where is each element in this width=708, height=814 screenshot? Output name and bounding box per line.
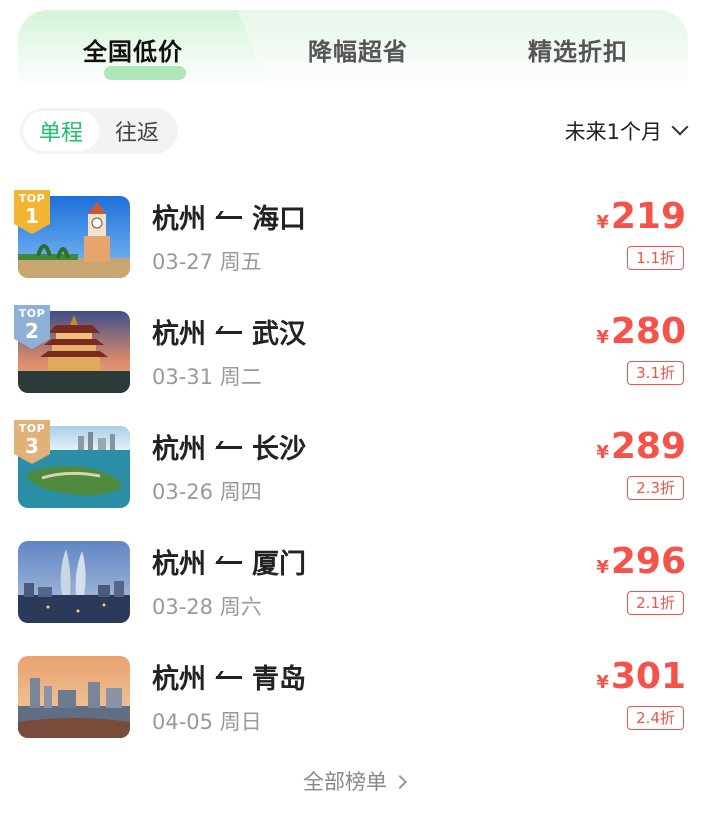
- tab-label: 降幅超省: [308, 37, 408, 66]
- one-way-arrow-icon: [216, 555, 242, 567]
- destination-city: 青岛: [252, 663, 306, 695]
- destination-city: 厦门: [252, 548, 306, 580]
- tab-biggest-drops[interactable]: 降幅超省: [248, 10, 468, 88]
- discount-tag: 3.1折: [627, 361, 684, 385]
- destination-city: 海口: [252, 203, 306, 235]
- rank-badge: TOP 3: [14, 420, 50, 464]
- origin-city: 杭州: [152, 548, 206, 580]
- route-row-wuhan[interactable]: TOP 2 杭州 武汉 03-31 周二 ¥ 280 3.1折: [0, 305, 708, 411]
- one-way-arrow-icon: [216, 670, 242, 682]
- route-title: 杭州 海口: [152, 198, 306, 235]
- discount-tag: 2.3折: [627, 476, 684, 500]
- rank-badge-number: 3: [25, 434, 39, 458]
- currency-symbol: ¥: [596, 327, 609, 348]
- price-value: 219: [610, 196, 686, 237]
- chevron-down-icon: [671, 118, 689, 136]
- departure-date: 03-26 周四: [152, 480, 262, 504]
- tab-national-low-price[interactable]: 全国低价: [18, 10, 248, 88]
- origin-city: 杭州: [152, 433, 206, 465]
- destination-city: 武汉: [252, 318, 306, 350]
- category-tabs: 全国低价 降幅超省 精选折扣: [18, 10, 688, 88]
- one-way-arrow-icon: [216, 440, 242, 452]
- rank-badge: TOP 2: [14, 305, 50, 349]
- one-way-option[interactable]: 单程: [23, 111, 99, 151]
- one-way-arrow-icon: [216, 210, 242, 222]
- one-way-arrow-icon: [216, 325, 242, 337]
- route-row-changsha[interactable]: TOP 3 杭州 长沙 03-26 周四 ¥ 289 2.3折: [0, 420, 708, 526]
- origin-city: 杭州: [152, 318, 206, 350]
- rank-badge-number: 1: [25, 204, 39, 228]
- price: ¥ 296: [596, 541, 686, 582]
- rank-badge: TOP 1: [14, 190, 50, 234]
- price-value: 301: [610, 656, 686, 697]
- tab-label: 全国低价: [83, 37, 183, 66]
- tab-label: 精选折扣: [528, 37, 628, 66]
- discount-tag: 2.1折: [627, 591, 684, 615]
- discount-tag: 1.1折: [627, 246, 684, 270]
- destination-photo-xiamen: [18, 541, 130, 623]
- route-title: 杭州 厦门: [152, 543, 306, 580]
- route-row-haikou[interactable]: TOP 1 杭州 海口 03-27 周五 ¥ 219 1.1折: [0, 190, 708, 296]
- currency-symbol: ¥: [596, 557, 609, 578]
- discount-tag: 2.4折: [627, 706, 684, 730]
- departure-date: 03-28 周六: [152, 595, 262, 619]
- currency-symbol: ¥: [596, 672, 609, 693]
- destination-photo-qingdao: [18, 656, 130, 738]
- rank-badge-number: 2: [25, 319, 39, 343]
- departure-date: 03-27 周五: [152, 250, 262, 274]
- view-all-rankings-link[interactable]: 全部榜单: [0, 766, 708, 796]
- currency-symbol: ¥: [596, 442, 609, 463]
- price-value: 289: [610, 426, 686, 467]
- price: ¥ 219: [596, 196, 686, 237]
- route-row-qingdao[interactable]: 杭州 青岛 04-05 周日 ¥ 301 2.4折: [0, 656, 708, 756]
- tab-selected-discounts[interactable]: 精选折扣: [468, 10, 688, 88]
- view-all-label: 全部榜单: [303, 770, 387, 794]
- price-value: 296: [610, 541, 686, 582]
- price: ¥ 289: [596, 426, 686, 467]
- round-trip-option[interactable]: 往返: [99, 111, 175, 151]
- origin-city: 杭州: [152, 663, 206, 695]
- period-label: 未来1个月: [564, 120, 662, 144]
- currency-symbol: ¥: [596, 212, 609, 233]
- route-title: 杭州 武汉: [152, 313, 306, 350]
- price: ¥ 301: [596, 656, 686, 697]
- departure-date: 04-05 周日: [152, 710, 262, 734]
- chevron-right-icon: [392, 774, 408, 790]
- departure-date: 03-31 周二: [152, 365, 262, 389]
- route-title: 杭州 长沙: [152, 428, 306, 465]
- trip-type-toggle: 单程 往返: [20, 108, 178, 154]
- destination-city: 长沙: [252, 433, 306, 465]
- price-value: 280: [610, 311, 686, 352]
- route-title: 杭州 青岛: [152, 658, 306, 695]
- period-dropdown[interactable]: 未来1个月: [564, 114, 689, 148]
- origin-city: 杭州: [152, 203, 206, 235]
- route-row-xiamen[interactable]: 杭州 厦门 03-28 周六 ¥ 296 2.1折: [0, 541, 708, 641]
- price: ¥ 280: [596, 311, 686, 352]
